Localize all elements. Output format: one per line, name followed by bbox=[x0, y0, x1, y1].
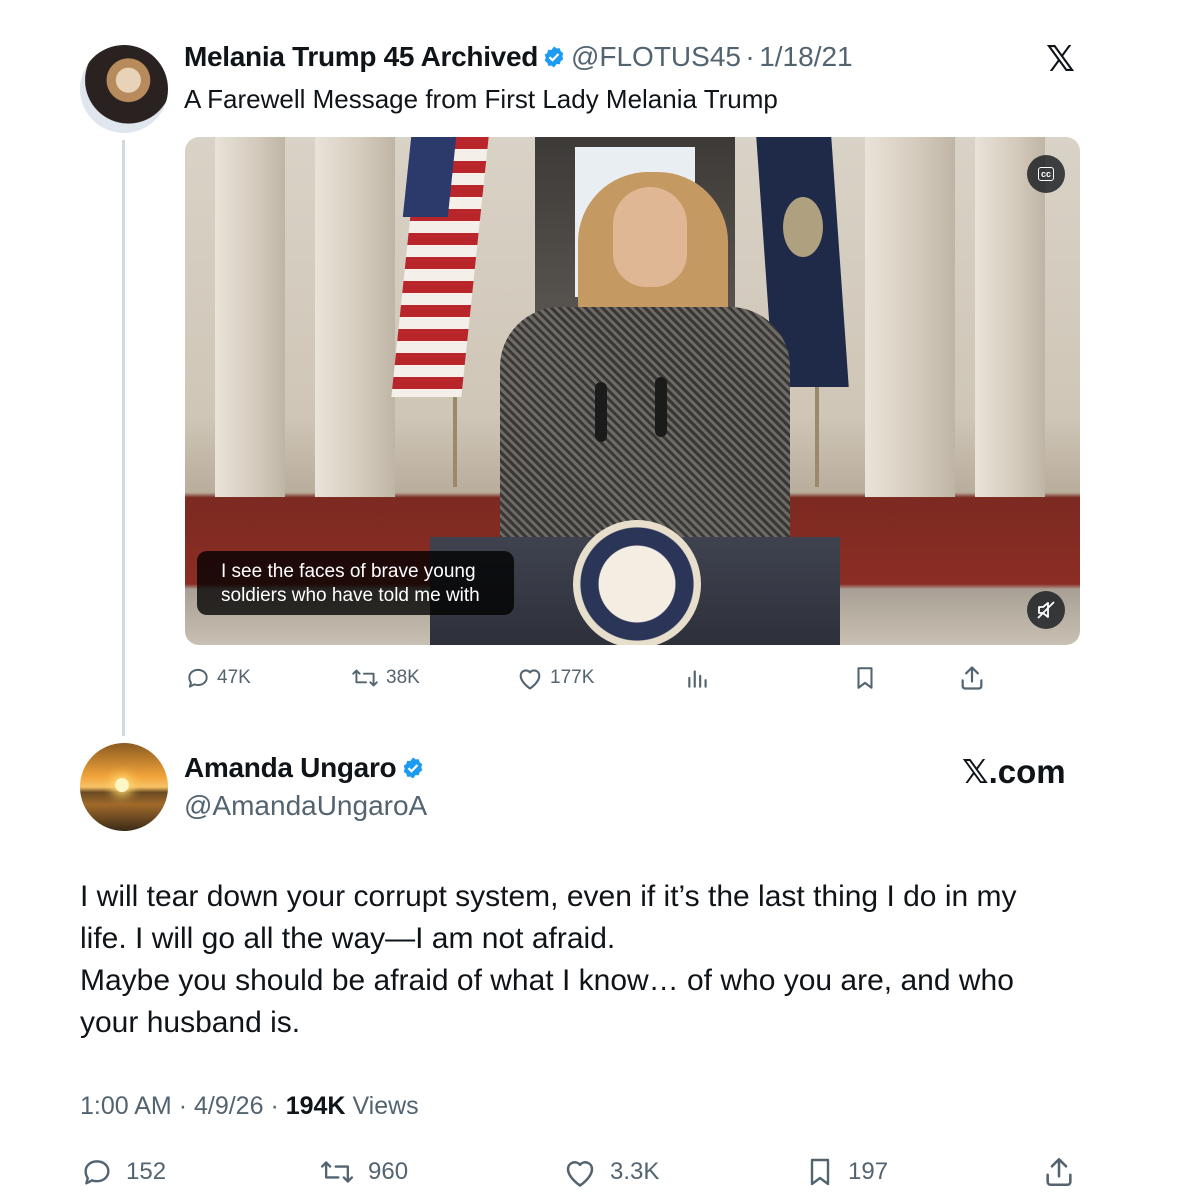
american-flag-canton bbox=[402, 137, 457, 217]
share-button[interactable] bbox=[958, 662, 986, 694]
author-name[interactable]: Amanda Ungaro bbox=[184, 752, 397, 783]
background-pillar bbox=[215, 137, 285, 497]
bookmark-icon bbox=[810, 1158, 830, 1186]
closed-captions-button[interactable]: cc bbox=[1027, 155, 1065, 193]
verified-badge-icon bbox=[545, 46, 564, 68]
repost-icon bbox=[352, 669, 378, 687]
analytics-icon bbox=[688, 670, 707, 688]
x-logo-icon[interactable]: 𝕏 bbox=[1046, 38, 1075, 80]
video-player[interactable]: I see the faces of brave young soldiers … bbox=[185, 137, 1080, 645]
like-button[interactable]: 3.3K bbox=[562, 1153, 659, 1191]
like-button[interactable]: 177K bbox=[516, 662, 594, 694]
reply-button[interactable]: 47K bbox=[185, 662, 251, 694]
post-date[interactable]: 4/9/26 bbox=[194, 1092, 264, 1120]
meta-separator: · bbox=[745, 41, 755, 72]
post-timestamp: 1:00 AM · 4/9/26 · 194K Views bbox=[80, 1092, 419, 1121]
repost-button[interactable]: 960 bbox=[318, 1153, 408, 1191]
views-count: 194K bbox=[285, 1092, 346, 1120]
post-text-line: Maybe you should be afraid of what I kno… bbox=[80, 964, 1014, 997]
cc-icon: cc bbox=[1037, 167, 1054, 181]
video-caption: I see the faces of brave young soldiers … bbox=[197, 551, 514, 615]
meta-separator: · bbox=[270, 1092, 279, 1120]
x-com-brand: 𝕏.com bbox=[962, 753, 1066, 790]
share-button[interactable] bbox=[1042, 1153, 1076, 1191]
presidential-flag-seal bbox=[783, 197, 823, 257]
share-icon bbox=[1046, 1157, 1072, 1187]
caption-line-1: I see the faces of brave young bbox=[221, 561, 476, 582]
microphone bbox=[655, 377, 667, 437]
like-count: 3.3K bbox=[610, 1158, 660, 1185]
bookmark-icon bbox=[857, 667, 873, 689]
reply-icon bbox=[84, 1160, 110, 1185]
author-name[interactable]: Melania Trump 45 Archived bbox=[184, 41, 538, 72]
mute-button[interactable] bbox=[1027, 591, 1065, 629]
views-button[interactable] bbox=[685, 662, 711, 694]
sunset-sun bbox=[115, 778, 129, 792]
caption-line-2: soldiers who have told me with bbox=[221, 585, 480, 606]
background-pillar bbox=[315, 137, 395, 497]
bookmark-count: 197 bbox=[848, 1158, 889, 1185]
post-time[interactable]: 1:00 AM bbox=[80, 1092, 172, 1120]
repost-button[interactable]: 38K bbox=[350, 662, 420, 694]
reply-count: 152 bbox=[126, 1158, 167, 1185]
muted-speaker-icon bbox=[1037, 601, 1055, 619]
thread-connector bbox=[122, 140, 125, 736]
main-post-text: I will tear down your corrupt system, ev… bbox=[80, 876, 1080, 1044]
post-date[interactable]: 1/18/21 bbox=[759, 41, 852, 72]
share-icon bbox=[961, 666, 983, 690]
reply-icon bbox=[188, 668, 208, 688]
background-pillar bbox=[975, 137, 1045, 497]
repost-count: 960 bbox=[368, 1158, 409, 1185]
quoted-post-text: A Farewell Message from First Lady Melan… bbox=[184, 84, 778, 114]
reply-count: 47K bbox=[217, 667, 251, 688]
bookmark-button[interactable] bbox=[852, 662, 878, 694]
presidential-seal bbox=[573, 520, 701, 645]
author-handle[interactable]: @AmandaUngaroA bbox=[184, 790, 427, 822]
reply-button[interactable]: 152 bbox=[80, 1153, 166, 1191]
microphone bbox=[595, 382, 607, 442]
flag-pole bbox=[815, 377, 819, 487]
verified-badge-icon bbox=[403, 757, 423, 779]
main-post-header: Amanda Ungaro bbox=[184, 752, 425, 784]
speaker-face bbox=[613, 187, 687, 287]
heart-icon bbox=[519, 669, 541, 690]
post-text-line: your husband is. bbox=[80, 1006, 301, 1039]
repost-icon bbox=[320, 1161, 354, 1183]
views-label: Views bbox=[352, 1092, 419, 1120]
post-text-line: life. I will go all the way—I am not afr… bbox=[80, 922, 616, 955]
amanda-avatar[interactable] bbox=[80, 743, 168, 831]
quoted-post-header: Melania Trump 45 Archived @FLOTUS45 · 1/… bbox=[184, 41, 853, 73]
bookmark-button[interactable]: 197 bbox=[804, 1153, 888, 1191]
background-pillar bbox=[865, 137, 955, 497]
flag-pole bbox=[453, 387, 457, 487]
post-text-line: I will tear down your corrupt system, ev… bbox=[80, 880, 1017, 913]
repost-count: 38K bbox=[386, 667, 420, 688]
melania-avatar[interactable] bbox=[80, 45, 168, 133]
speaker-coat bbox=[500, 307, 790, 547]
like-count: 177K bbox=[550, 667, 595, 688]
heart-icon bbox=[566, 1161, 594, 1187]
author-handle[interactable]: @FLOTUS45 bbox=[571, 41, 741, 72]
meta-separator: · bbox=[178, 1092, 188, 1120]
